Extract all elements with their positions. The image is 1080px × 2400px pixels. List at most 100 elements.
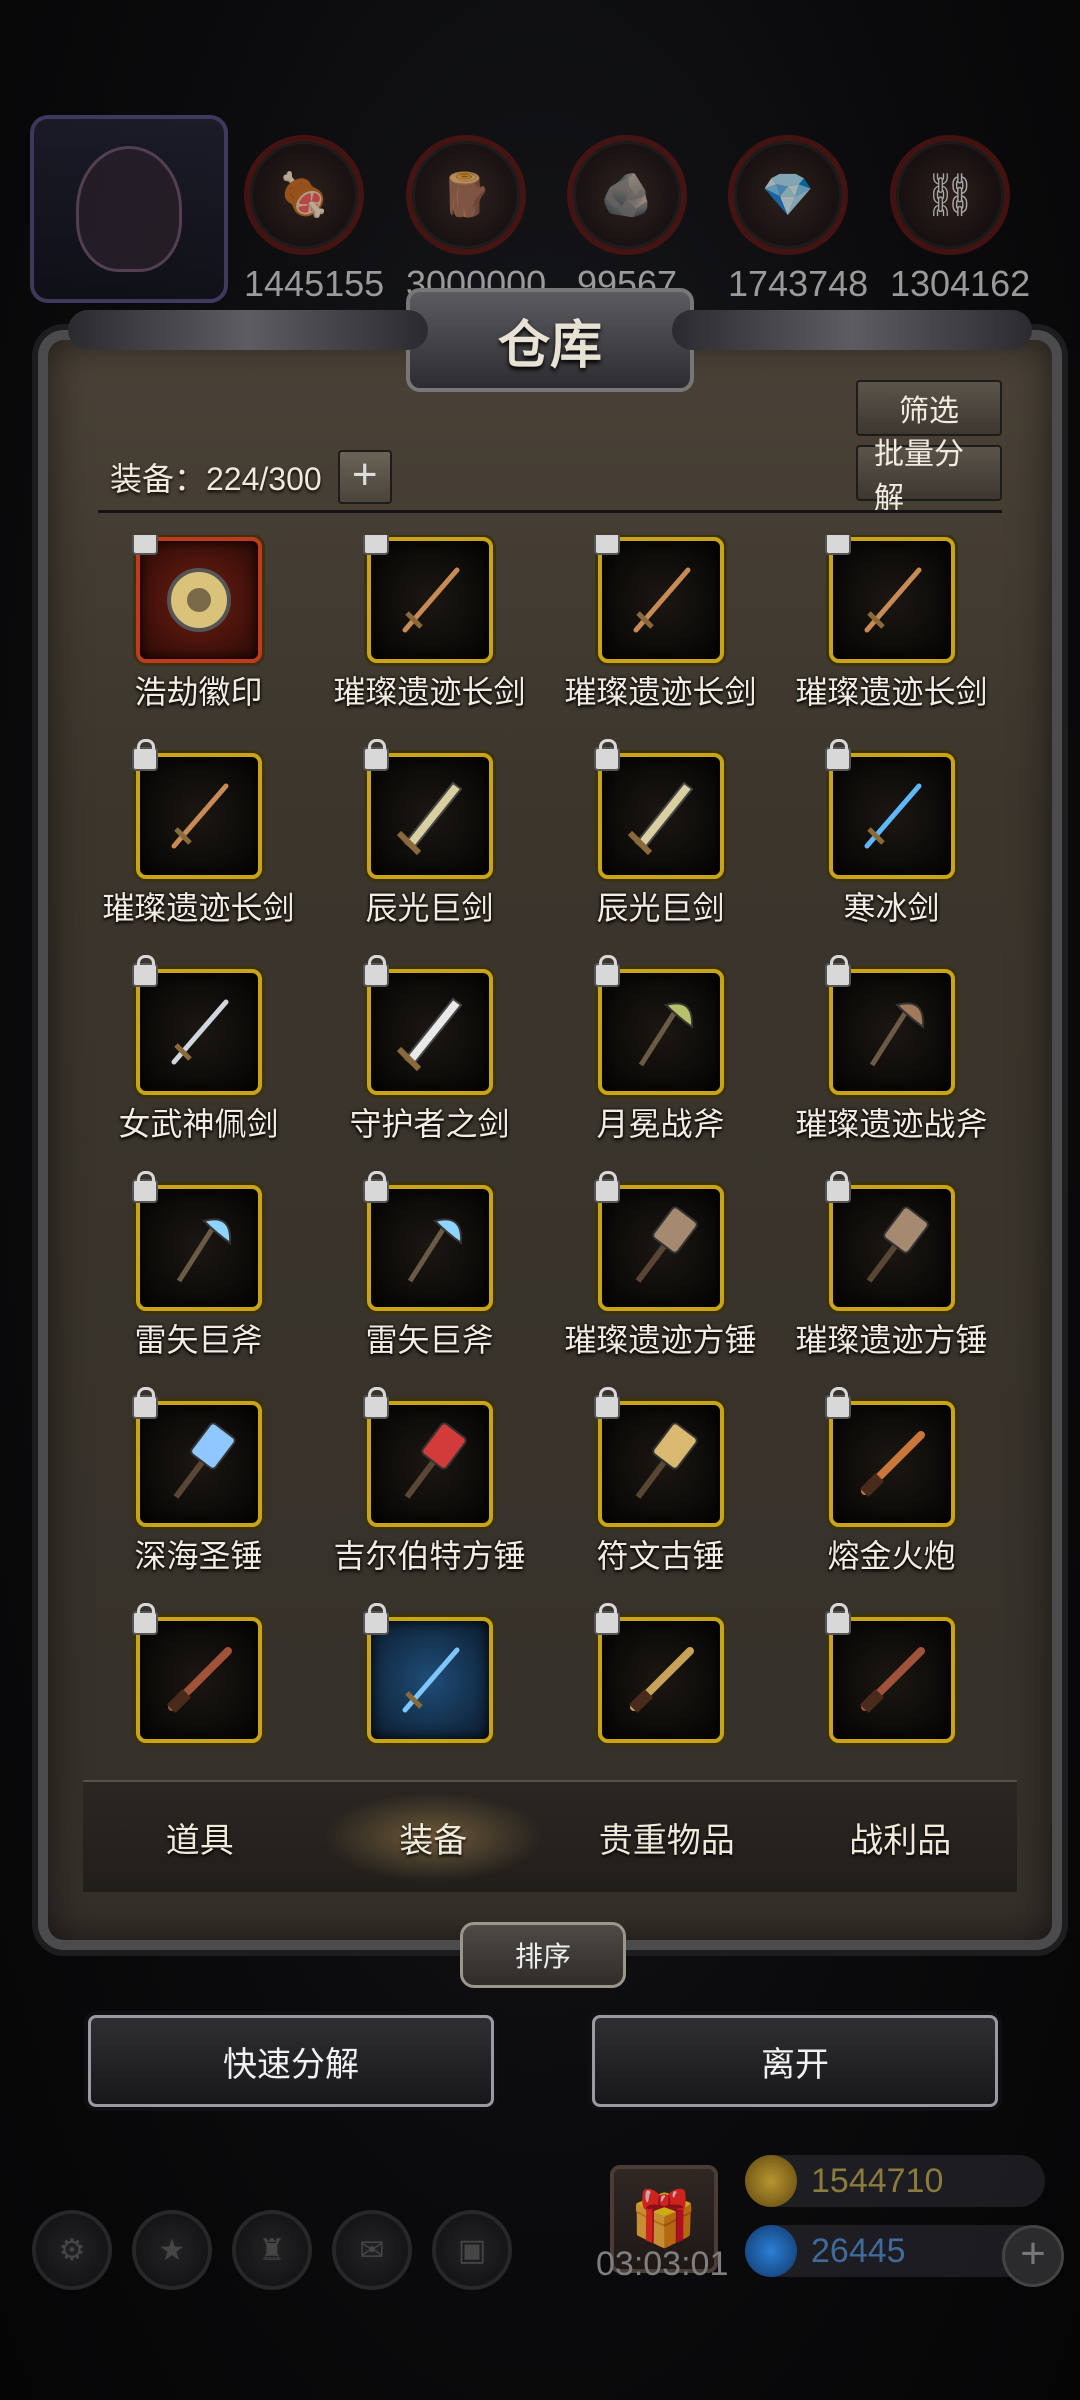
sword-icon — [402, 567, 459, 633]
tab-equipment[interactable]: 装备 — [323, 1792, 544, 1882]
item-slot[interactable] — [131, 739, 262, 879]
item-slot[interactable] — [362, 1603, 493, 1743]
add-currency-button[interactable]: + — [1002, 2225, 1064, 2287]
inventory-item[interactable]: 辰光巨剑 — [314, 739, 545, 967]
axe-icon — [176, 1218, 231, 1283]
gem-counter[interactable]: 26445 — [745, 2225, 1045, 2277]
greatsword-icon — [396, 997, 462, 1072]
inventory-item[interactable]: 吉尔伯特方锤 — [314, 1387, 545, 1615]
crystal-icon: 💎 — [728, 135, 848, 255]
item-name: 符文古锤 — [596, 1538, 725, 1574]
inventory-item[interactable]: 雷矢巨斧 — [314, 1171, 545, 1399]
inventory-item[interactable]: 月冕战斧 — [545, 955, 776, 1183]
sort-button[interactable]: 排序 — [460, 1922, 626, 1988]
item-name: 寒冰剑 — [843, 890, 940, 926]
inventory-item[interactable]: 辰光巨剑 — [545, 739, 776, 967]
item-slot[interactable] — [131, 535, 262, 663]
batch-decompose-button[interactable]: 批量分解 — [856, 438, 1002, 515]
inventory-item[interactable]: 璀璨遗迹方锤 — [545, 1171, 776, 1399]
expand-capacity-button[interactable]: + — [337, 450, 392, 504]
item-slot[interactable] — [824, 739, 955, 879]
settings-icon[interactable]: ⚙ — [32, 2210, 112, 2290]
inventory-item[interactable]: 微光遗迹火枪 — [776, 1603, 1007, 1750]
item-slot[interactable] — [362, 739, 493, 879]
tab-loot[interactable]: 战利品 — [790, 1792, 1010, 1882]
item-slot[interactable] — [593, 1603, 724, 1743]
item-name: 吉尔伯特方锤 — [333, 1538, 526, 1574]
sword-icon — [864, 567, 921, 633]
item-slot[interactable] — [362, 535, 493, 663]
player-avatar[interactable] — [30, 115, 228, 303]
item-name: 璀璨遗迹方锤 — [564, 1322, 757, 1358]
inventory-item[interactable]: 璀璨遗迹长剑 — [776, 535, 1007, 751]
warehouse-panel: 仓库 筛选 批量分解 装备：224/300 + 浩劫徽印 璀璨遗迹长剑 璀璨遗迹长剑… — [38, 288, 1062, 1950]
filter-button[interactable]: 筛选 — [856, 380, 1002, 436]
inventory-item[interactable]: 深海圣锤 — [83, 1387, 314, 1615]
inventory-item[interactable]: 璀璨遗迹战斧 — [776, 955, 1007, 1183]
tab-valuables[interactable]: 贵重物品 — [557, 1792, 777, 1882]
inventory-item[interactable]: 熔金火炮 — [776, 1387, 1007, 1615]
item-slot[interactable] — [131, 1171, 262, 1311]
lock-icon — [131, 739, 158, 771]
gun-icon — [859, 1431, 925, 1498]
star-icon[interactable]: ★ — [132, 2210, 212, 2290]
lock-icon — [824, 739, 851, 771]
gold-value: 1544710 — [811, 2161, 944, 2200]
item-name: 逐火之枪 — [596, 1747, 724, 1750]
lock-icon — [593, 535, 620, 555]
leave-button[interactable]: 离开 — [592, 2015, 998, 2107]
item-slot[interactable] — [824, 955, 955, 1095]
inventory-item[interactable]: 璀璨遗迹长剑 — [545, 535, 776, 751]
item-slot[interactable] — [824, 1603, 955, 1743]
inventory-item[interactable]: 守护者之剑 — [314, 955, 545, 1183]
item-slot[interactable] — [131, 955, 262, 1095]
item-name: 辰光巨剑 — [365, 890, 494, 926]
item-slot[interactable] — [593, 1387, 724, 1527]
item-slot[interactable] — [362, 1171, 493, 1311]
inventory-item[interactable]: 璀璨遗迹长剑 — [83, 739, 314, 967]
item-name: 璀璨遗迹长剑 — [102, 890, 295, 926]
item-slot[interactable] — [593, 1171, 724, 1311]
item-slot[interactable] — [593, 955, 724, 1095]
lock-icon — [131, 955, 158, 987]
gem-value: 26445 — [811, 2231, 906, 2270]
item-name: 璀璨遗迹战斧 — [795, 1106, 988, 1142]
item-name: 熔金火炮 — [827, 1538, 956, 1574]
inventory-item[interactable]: 浩劫徽印 — [83, 535, 314, 751]
sword-icon — [864, 783, 921, 849]
inventory-item[interactable]: 璀璨遗迹长剑 — [314, 535, 545, 751]
inventory-item[interactable]: 逐火之枪 — [545, 1603, 776, 1750]
frame-ornament-left — [68, 310, 428, 350]
item-slot[interactable] — [824, 1387, 955, 1527]
item-slot[interactable] — [824, 1171, 955, 1311]
item-slot[interactable] — [593, 535, 724, 663]
inventory-item[interactable]: 璀璨遗迹火枪 — [83, 1603, 314, 1750]
gem-icon — [745, 2225, 797, 2277]
quick-decompose-button[interactable]: 快速分解 — [88, 2015, 494, 2107]
item-slot[interactable] — [824, 535, 955, 663]
item-slot[interactable] — [131, 1387, 262, 1527]
cube-icon[interactable]: ▣ — [432, 2210, 512, 2290]
inventory-item[interactable]: 雷矢巨斧 — [83, 1171, 314, 1399]
inventory-item[interactable]: 女武神佩剑 — [83, 955, 314, 1183]
iron-icon: ⛓ — [890, 135, 1010, 255]
inventory-item[interactable]: 寒冰剑 — [776, 739, 1007, 967]
item-slot[interactable] — [131, 1603, 262, 1743]
greatsword-icon — [627, 781, 693, 856]
lock-icon — [131, 1387, 158, 1419]
lock-icon — [131, 1171, 158, 1203]
lock-icon — [362, 1387, 389, 1419]
lock-icon — [593, 739, 620, 771]
item-name: 冰菱 — [397, 1747, 461, 1750]
tab-items[interactable]: 道具 — [90, 1792, 310, 1882]
inventory-item[interactable]: 冰菱 — [314, 1603, 545, 1750]
inventory-item[interactable]: 符文古锤 — [545, 1387, 776, 1615]
item-slot[interactable] — [362, 955, 493, 1095]
castle-icon[interactable]: ♜ — [232, 2210, 312, 2290]
frame-ornament-right — [672, 310, 1032, 350]
item-slot[interactable] — [362, 1387, 493, 1527]
inventory-item[interactable]: 璀璨遗迹方锤 — [776, 1171, 1007, 1399]
gold-counter[interactable]: 1544710 — [745, 2155, 1045, 2207]
mail-icon[interactable]: ✉ — [332, 2210, 412, 2290]
item-slot[interactable] — [593, 739, 724, 879]
